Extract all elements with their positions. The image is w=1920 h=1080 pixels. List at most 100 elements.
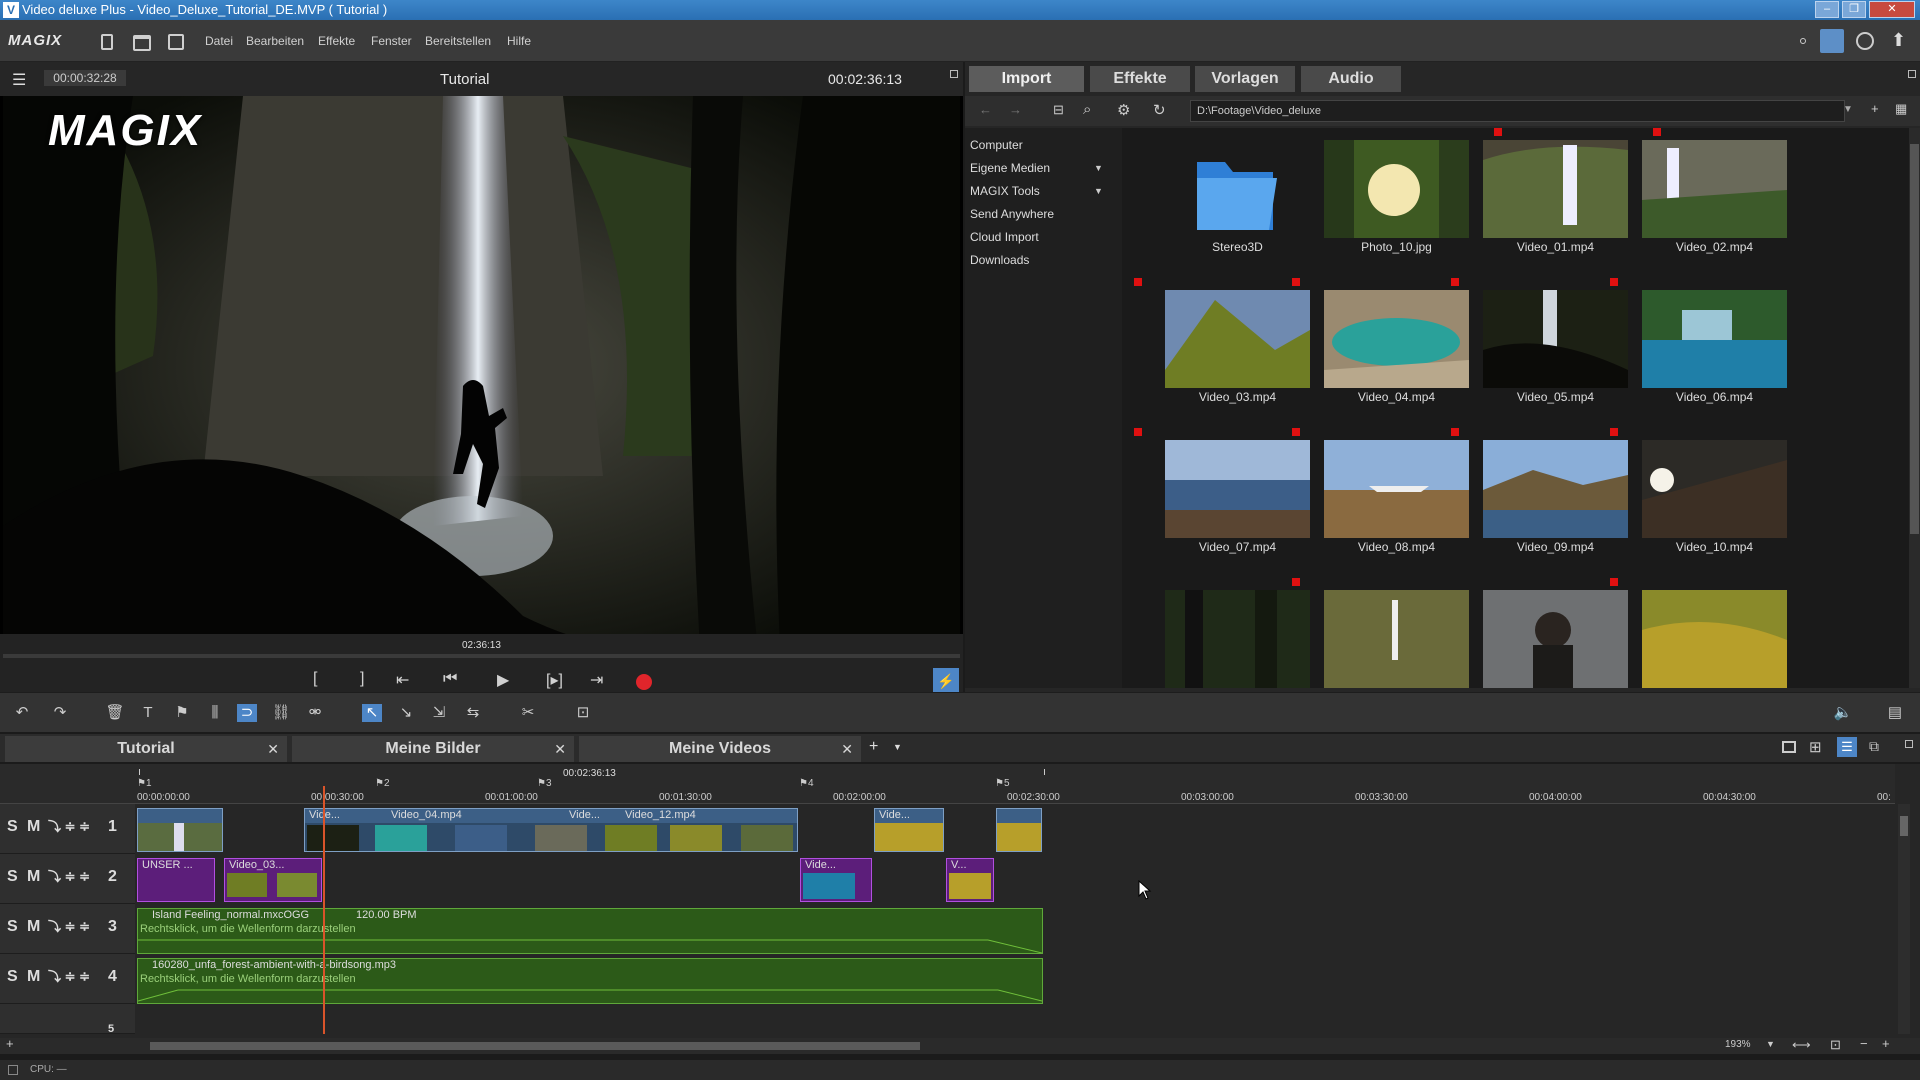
redo-icon[interactable]: ↷ (50, 704, 70, 722)
track-header-3[interactable]: S M ⤵ ≑ ≑ 3 (0, 904, 135, 954)
folder-magix-tools[interactable]: MAGIX Tools (970, 184, 1040, 198)
stretch-icon[interactable]: ⇆ (463, 704, 483, 722)
media-thumbnail[interactable] (1483, 440, 1628, 538)
track-tools-icon[interactable]: ⤵ ≑ ≑ (48, 804, 90, 850)
mute-button[interactable]: M (27, 854, 40, 900)
track-tools-icon[interactable]: ⤵ ≑ ≑ (48, 854, 90, 900)
refresh-icon[interactable]: ↻ (1153, 101, 1166, 119)
view-single-icon[interactable] (1782, 741, 1796, 753)
timeline-playhead[interactable] (323, 786, 325, 1034)
zoom-level[interactable]: 193% (1725, 1039, 1751, 1050)
select-cursor-icon[interactable]: ↖ (362, 704, 382, 722)
multi-select-icon[interactable]: ⇲ (429, 704, 449, 722)
search-icon[interactable]: ⌕ (1083, 101, 1091, 118)
timeline-vscroll[interactable] (1898, 804, 1910, 1034)
close-button[interactable]: ✕ (1869, 1, 1915, 18)
mute-button[interactable]: M (27, 904, 40, 950)
add-folder-icon[interactable]: + (1871, 101, 1879, 116)
zoom-out-icon[interactable]: − (1860, 1036, 1868, 1051)
solo-button[interactable]: S (7, 804, 18, 850)
cut-scissors-icon[interactable]: ✂ (518, 704, 538, 722)
scroll-thumb[interactable] (150, 1042, 920, 1050)
track-header-1[interactable]: S M ⤵ ≑ ≑ 1 (0, 804, 135, 854)
folder-computer[interactable]: Computer (970, 138, 1023, 152)
photo-clip[interactable]: Video_03... (224, 858, 322, 902)
forward-arrow-icon[interactable]: → (1009, 102, 1022, 117)
add-track-icon[interactable]: + (6, 1036, 14, 1051)
solo-button[interactable]: S (7, 854, 18, 900)
new-file-icon[interactable] (101, 34, 113, 50)
grid-view-icon[interactable]: ▦ (1895, 101, 1907, 117)
folder-send-anywhere[interactable]: Send Anywhere (970, 207, 1054, 221)
audio-clip[interactable]: Island Feeling_normal.mxcOGG 120.00 BPM … (137, 908, 1043, 954)
media-thumbnail[interactable] (1642, 440, 1787, 538)
play-range-button[interactable]: [▸] (546, 670, 563, 690)
zoom-in-icon[interactable]: + (1882, 1036, 1890, 1051)
media-scrollbar[interactable] (1909, 128, 1920, 688)
folder-icon[interactable] (1165, 140, 1310, 238)
record-button[interactable] (636, 674, 652, 690)
marker-flag-icon[interactable]: ⚑ (172, 704, 192, 722)
menu-datei[interactable]: Datei (205, 34, 233, 48)
chevron-down-icon[interactable]: ▼ (1766, 1039, 1775, 1049)
track-tools-icon[interactable]: ⤵ ≑ ≑ (48, 904, 90, 950)
range-select-icon[interactable]: ↘ (396, 704, 416, 722)
gear-icon[interactable]: ⚙ (1117, 101, 1130, 119)
effects-wand-icon[interactable] (1820, 29, 1844, 53)
jump-start-button[interactable]: ⇤ (396, 670, 409, 690)
upload-icon[interactable]: ⬆ (1891, 30, 1906, 51)
delete-icon[interactable]: 🗑 (105, 704, 125, 722)
menu-hilfe[interactable]: Hilfe (507, 34, 531, 48)
zoom-fit-icon[interactable]: ⟷ (1792, 1037, 1811, 1053)
mixer-icon[interactable]: ▤ (1885, 704, 1905, 722)
insert-icon[interactable]: ⊡ (573, 704, 593, 722)
maximize-timeline-icon[interactable] (1905, 740, 1913, 748)
add-tab-icon[interactable]: + (869, 738, 878, 756)
maximize-media-icon[interactable] (1908, 70, 1916, 78)
jump-end-button[interactable]: ⇥ (590, 670, 603, 690)
scene-marker-4[interactable]: ⚑4 (799, 778, 814, 789)
undo-icon[interactable]: ↶ (12, 704, 32, 722)
media-thumbnail[interactable] (1165, 440, 1310, 538)
view-multicam-icon[interactable]: ⧉ (1869, 738, 1879, 755)
open-folder-icon[interactable] (133, 35, 151, 51)
menu-bearbeiten[interactable]: Bearbeiten (246, 34, 304, 48)
lightning-export-icon[interactable]: ⚡ (933, 668, 959, 694)
media-thumbnail[interactable] (1483, 590, 1628, 688)
close-icon[interactable]: ✕ (267, 736, 279, 762)
ripple-mode-icon[interactable]: ⊃ (237, 704, 257, 722)
media-thumbnail[interactable] (1642, 140, 1787, 238)
unlink-icon[interactable]: ⚮ (305, 704, 325, 722)
save-icon[interactable] (168, 34, 184, 50)
split-icon[interactable]: ⫼ (205, 704, 225, 722)
solo-button[interactable]: S (7, 954, 18, 1000)
tab-meine-bilder[interactable]: Meine Bilder ✕ (292, 736, 574, 762)
tab-import[interactable]: Import (969, 66, 1084, 92)
media-thumbnail[interactable] (1642, 590, 1787, 688)
media-thumbnail[interactable] (1324, 440, 1469, 538)
scene-marker-5[interactable]: ⚑5 (995, 778, 1010, 789)
chevron-down-icon[interactable]: ▼ (1094, 163, 1103, 173)
media-thumbnail[interactable] (1483, 140, 1628, 238)
track-tools-icon[interactable]: ⤵ ≑ ≑ (48, 954, 90, 1000)
media-thumbnail[interactable] (1165, 590, 1310, 688)
track-header-4[interactable]: S M ⤵ ≑ ≑ 4 (0, 954, 135, 1004)
loop-range[interactable] (139, 769, 1045, 775)
view-timeline-icon[interactable]: ☰ (1837, 737, 1857, 757)
path-dropdown-icon[interactable]: ▼ (1843, 104, 1853, 115)
chevron-down-icon[interactable]: ▼ (893, 742, 902, 752)
mute-button[interactable]: M (27, 804, 40, 850)
folder-tree-icon[interactable]: ⊟ (1053, 102, 1064, 118)
back-arrow-icon[interactable]: ← (979, 102, 992, 117)
folder-downloads[interactable]: Downloads (970, 253, 1029, 267)
menu-effekte[interactable]: Effekte (318, 34, 355, 48)
media-thumbnail[interactable] (1324, 290, 1469, 388)
volume-icon[interactable]: 🔈 (1833, 704, 1853, 722)
path-field[interactable]: D:\Footage\Video_deluxe (1190, 100, 1845, 122)
mark-out-button[interactable]: ] (360, 670, 364, 688)
scene-marker-1[interactable]: ⚑1 (137, 778, 152, 789)
media-thumbnail[interactable] (1165, 290, 1310, 388)
video-clip[interactable] (996, 808, 1042, 852)
video-clip[interactable] (137, 808, 223, 852)
tab-vorlagen[interactable]: Vorlagen (1195, 66, 1295, 92)
